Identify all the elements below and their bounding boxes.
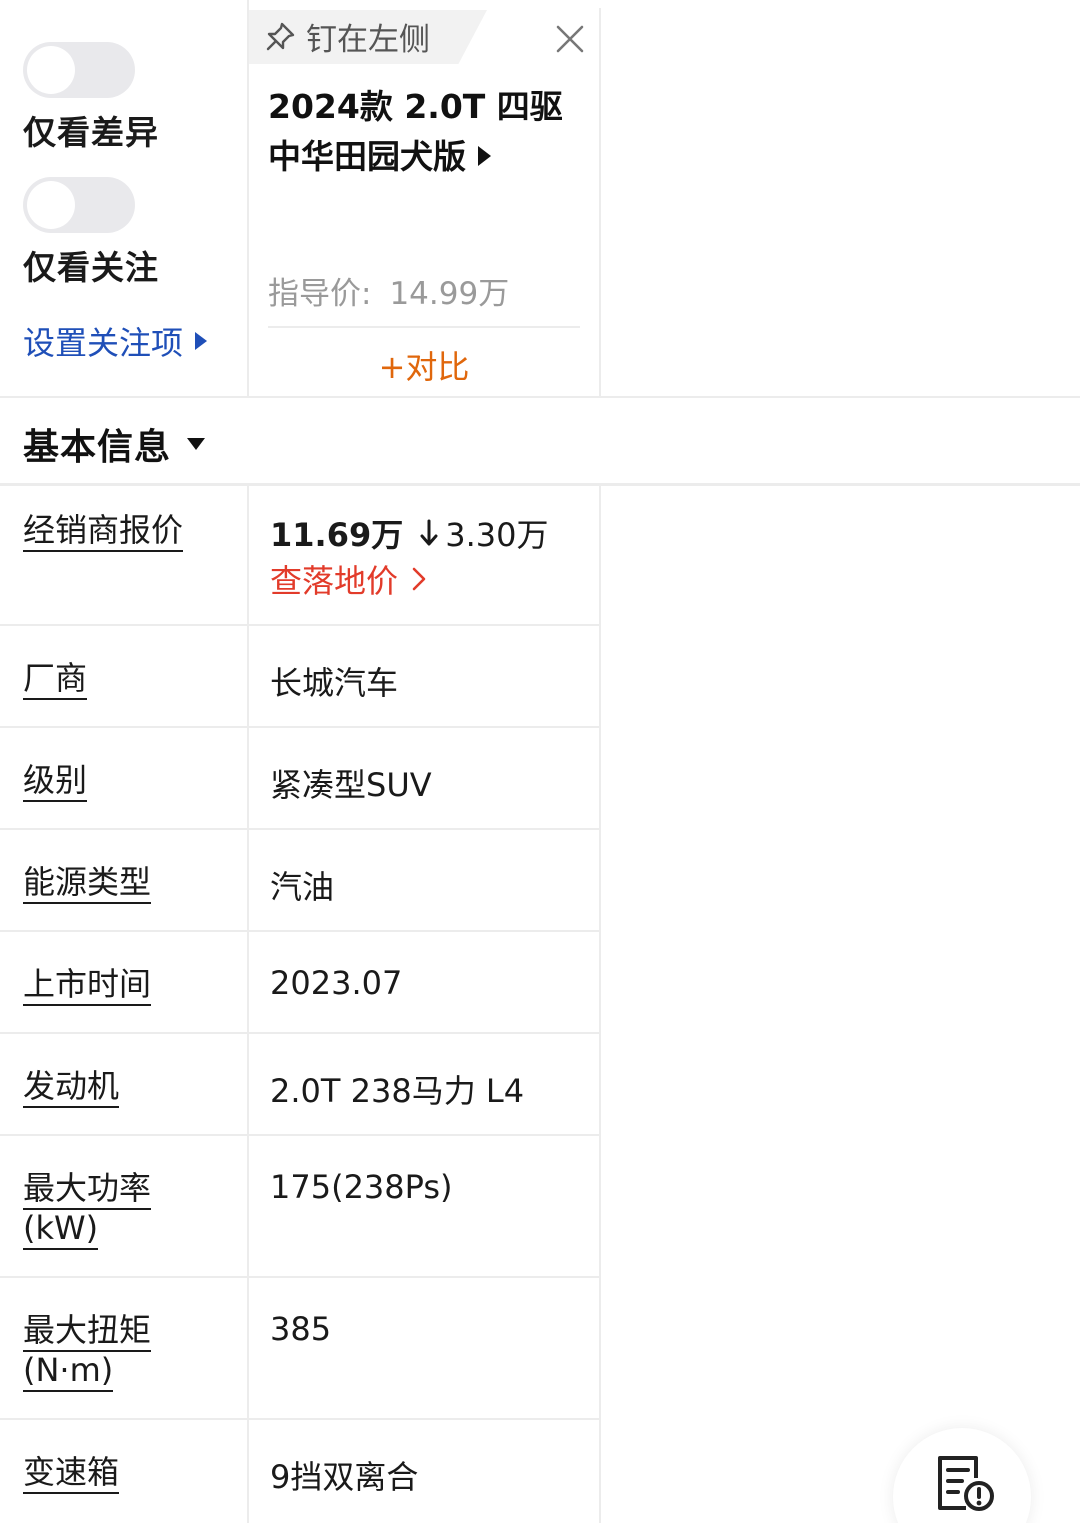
chevron-right-icon xyxy=(412,567,426,591)
feedback-icon[interactable] xyxy=(934,1454,996,1512)
param-label[interactable]: 经销商报价 xyxy=(23,510,184,552)
table-row: 级别 紧凑型SUV xyxy=(0,728,1080,830)
pin-left-button[interactable]: 钉在左侧 xyxy=(264,14,430,59)
landing-price-label: 查落地价 xyxy=(270,562,399,600)
price-drop-value: 3.30万 xyxy=(445,516,549,554)
compare-header: 仅看差异 仅看关注 设置关注项 钉在左侧 2024款 2.0T 四驱 中华田园犬… xyxy=(0,0,1080,398)
param-label[interactable]: 级别 xyxy=(23,760,88,802)
dealer-price-value: 11.69万 xyxy=(270,516,404,554)
param-value: 紧凑型SUV xyxy=(270,766,432,804)
set-focus-link[interactable]: 设置关注项 xyxy=(23,318,208,364)
param-value: 9挡双离合 xyxy=(270,1458,419,1496)
guide-price: 指导价: 14.99万 xyxy=(268,268,509,313)
table-row: 上市时间 2023.07 xyxy=(0,932,1080,1034)
table-row: 经销商报价 11.69万 3.30万 查落地价 xyxy=(0,486,1080,626)
param-label[interactable]: 最大扭矩 (N·m) xyxy=(23,1310,152,1392)
param-label[interactable]: 厂商 xyxy=(23,658,88,700)
pin-left-label: 钉在左侧 xyxy=(306,22,430,58)
column-divider xyxy=(247,0,249,396)
car-model-link[interactable]: 2024款 2.0T 四驱 中华田园犬版 xyxy=(268,82,588,182)
param-value: 长城汽车 xyxy=(270,664,399,702)
param-value: 175(238Ps) xyxy=(270,1168,453,1206)
toggle-knob xyxy=(27,181,75,229)
only-diff-toggle[interactable] xyxy=(23,42,135,98)
close-icon[interactable] xyxy=(553,22,587,56)
triangle-right-icon xyxy=(195,332,208,350)
table-row: 发动机 2.0T 238马力 L4 xyxy=(0,1034,1080,1136)
param-value: 2.0T 238马力 L4 xyxy=(270,1072,525,1110)
param-label[interactable]: 变速箱 xyxy=(23,1452,120,1494)
guide-price-value: 14.99万 xyxy=(389,276,510,312)
param-value: 385 xyxy=(270,1310,332,1348)
section-title-text: 基本信息 xyxy=(23,427,172,468)
section-title: 基本信息 xyxy=(23,418,206,470)
table-row: 最大扭矩 (N·m) 385 xyxy=(0,1278,1080,1420)
param-value: 2023.07 xyxy=(270,964,403,1002)
car-model-name: 2024款 2.0T 四驱 中华田园犬版 xyxy=(268,87,563,176)
arrow-down-icon xyxy=(420,519,438,546)
caret-down-icon xyxy=(187,438,206,450)
guide-price-label: 指导价: xyxy=(268,276,372,312)
car-card xyxy=(249,10,599,396)
landing-price-link[interactable]: 查落地价 xyxy=(270,556,428,602)
add-compare-button[interactable]: +对比 xyxy=(268,342,580,388)
only-diff-label: 仅看差异 xyxy=(23,113,159,152)
column-divider xyxy=(599,486,601,1523)
set-focus-label: 设置关注项 xyxy=(23,324,184,362)
column-divider xyxy=(599,8,601,396)
param-label[interactable]: 能源类型 xyxy=(23,862,152,904)
triangle-right-icon xyxy=(478,145,491,166)
toggle-knob xyxy=(27,46,75,94)
only-focus-label: 仅看关注 xyxy=(23,248,159,287)
param-value: 汽油 xyxy=(270,868,335,906)
table-row: 最大功率 (kW) 175(238Ps) xyxy=(0,1136,1080,1278)
param-label[interactable]: 上市时间 xyxy=(23,964,152,1006)
param-label[interactable]: 发动机 xyxy=(23,1066,120,1108)
dealer-price: 11.69万 3.30万 xyxy=(270,510,549,556)
table-row: 能源类型 汽油 xyxy=(0,830,1080,932)
column-divider xyxy=(247,486,249,1523)
card-divider xyxy=(268,326,580,328)
section-basic-info[interactable]: 基本信息 xyxy=(0,398,1080,486)
only-focus-toggle[interactable] xyxy=(23,177,135,233)
table-row: 厂商 长城汽车 xyxy=(0,626,1080,728)
pin-icon xyxy=(266,22,295,50)
param-label[interactable]: 最大功率 (kW) xyxy=(23,1168,152,1250)
